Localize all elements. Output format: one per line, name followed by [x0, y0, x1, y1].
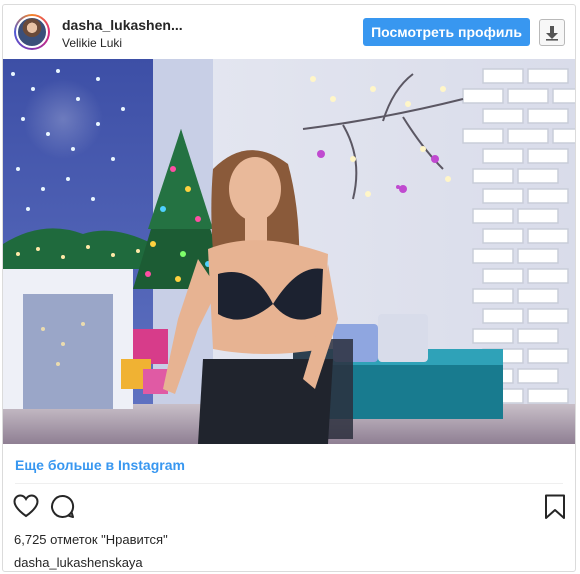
- photo-illustration: [3, 59, 575, 444]
- post-photo[interactable]: [3, 59, 575, 444]
- post-header: dasha_lukashen... Velikie Luki Посмотрет…: [3, 5, 575, 61]
- download-button[interactable]: [539, 19, 565, 46]
- view-profile-button[interactable]: Посмотреть профиль: [363, 18, 530, 46]
- bookmark-icon[interactable]: [544, 494, 566, 520]
- likes-count[interactable]: 6,725 отметок "Нравится": [14, 532, 168, 547]
- comment-icon[interactable]: [50, 494, 75, 519]
- instagram-embed-card: dasha_lukashen... Velikie Luki Посмотрет…: [2, 4, 576, 572]
- divider: [15, 483, 563, 484]
- location[interactable]: Velikie Luki: [62, 36, 122, 50]
- username[interactable]: dasha_lukashen...: [62, 17, 183, 33]
- heart-icon[interactable]: [13, 494, 39, 518]
- avatar[interactable]: [14, 14, 50, 50]
- more-on-instagram-link[interactable]: Еще больше в Instagram: [15, 457, 185, 473]
- download-arrow-icon: [546, 25, 558, 41]
- caption-username[interactable]: dasha_lukashenskaya: [14, 555, 143, 570]
- avatar-image: [16, 16, 48, 48]
